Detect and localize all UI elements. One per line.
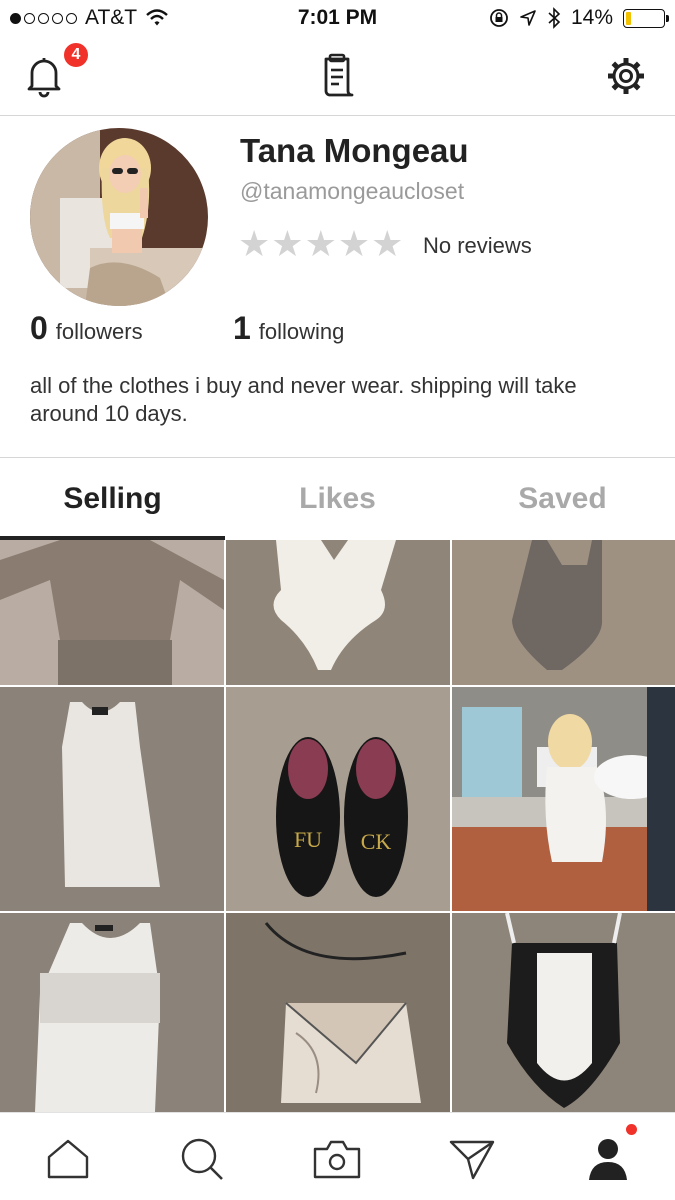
- status-right: 14%: [489, 6, 669, 30]
- listing-photo: [0, 687, 224, 911]
- listing-photo: [452, 687, 675, 911]
- settings-button[interactable]: [600, 50, 652, 102]
- profile-bio: all of the clothes i buy and never wear.…: [30, 373, 577, 426]
- battery-percent: 14%: [570, 6, 613, 29]
- avatar[interactable]: [30, 128, 208, 306]
- profile-notification-dot: [626, 1124, 637, 1135]
- status-left: AT&T: [10, 6, 169, 30]
- listing-tile[interactable]: [452, 913, 675, 1112]
- notification-badge: 4: [62, 41, 90, 69]
- listing-tile[interactable]: [226, 540, 450, 685]
- listing-photo: FU CK: [226, 687, 450, 911]
- right-shoe-text: CK: [361, 829, 392, 854]
- messages-button[interactable]: [446, 1133, 498, 1185]
- star-icon: ★: [337, 223, 371, 264]
- listing-tile[interactable]: [0, 540, 224, 685]
- star-icon: ★: [304, 223, 337, 264]
- wifi-icon: [146, 9, 168, 26]
- top-nav: [0, 36, 675, 116]
- search-button[interactable]: [176, 1133, 228, 1185]
- battery-icon: [623, 8, 669, 28]
- reviews-link[interactable]: No reviews: [423, 233, 532, 259]
- tab-selling[interactable]: Selling: [0, 458, 225, 540]
- home-icon: [47, 1139, 89, 1179]
- listing-photo: [0, 913, 224, 1112]
- carrier-label: AT&T: [85, 6, 138, 29]
- listing-tile[interactable]: [0, 913, 224, 1112]
- orders-button[interactable]: [311, 50, 363, 102]
- following-count: 1: [233, 310, 251, 346]
- listing-photo: [452, 540, 675, 685]
- listing-photo: [226, 540, 450, 685]
- bluetooth-icon: [548, 7, 561, 29]
- bell-icon: [27, 58, 61, 98]
- profile-handle: @tanamongeaucloset: [240, 178, 465, 204]
- receipt-icon: [324, 53, 354, 97]
- listing-tile[interactable]: [226, 913, 450, 1112]
- status-bar: AT&T 7:01 PM 14%: [0, 0, 675, 36]
- rating-stars[interactable]: ★ ★ ★ ★ ★: [238, 224, 403, 264]
- bottom-nav: [0, 1112, 675, 1200]
- avatar-photo: [30, 128, 208, 306]
- profile-button[interactable]: [582, 1133, 634, 1185]
- listing-photo: [0, 540, 224, 685]
- star-icon: ★: [271, 223, 304, 264]
- search-icon: [181, 1138, 223, 1180]
- tab-likes[interactable]: Likes: [225, 458, 450, 540]
- profile-tabs: Selling Likes Saved: [0, 458, 675, 540]
- listing-tile[interactable]: [452, 687, 675, 911]
- listing-photo: [226, 913, 450, 1112]
- listing-tile[interactable]: [452, 540, 675, 685]
- rotation-lock-icon: [490, 9, 508, 27]
- followers-stat[interactable]: 0 followers: [30, 310, 143, 347]
- following-stat[interactable]: 1 following: [233, 310, 344, 347]
- sell-camera-button[interactable]: [311, 1133, 363, 1185]
- listing-tile[interactable]: FU CK: [226, 687, 450, 911]
- profile-name: Tana Mongeau: [240, 132, 469, 169]
- star-icon: ★: [238, 223, 271, 264]
- star-icon: ★: [371, 223, 404, 264]
- camera-icon: [313, 1140, 361, 1179]
- following-label: following: [258, 319, 345, 344]
- profile-icon: [589, 1139, 627, 1180]
- send-icon: [449, 1140, 495, 1180]
- listings-grid: FU CK: [0, 540, 675, 1112]
- location-arrow-icon: [520, 10, 536, 26]
- followers-label: followers: [55, 319, 143, 344]
- listing-tile[interactable]: [0, 687, 224, 911]
- gear-icon: [608, 58, 644, 94]
- tab-saved[interactable]: Saved: [450, 458, 675, 540]
- left-shoe-text: FU: [294, 827, 322, 852]
- listing-photo: [452, 913, 675, 1112]
- battery-level: [626, 11, 632, 25]
- followers-count: 0: [30, 310, 48, 346]
- home-button[interactable]: [42, 1133, 94, 1185]
- signal-dots-icon: [10, 12, 77, 24]
